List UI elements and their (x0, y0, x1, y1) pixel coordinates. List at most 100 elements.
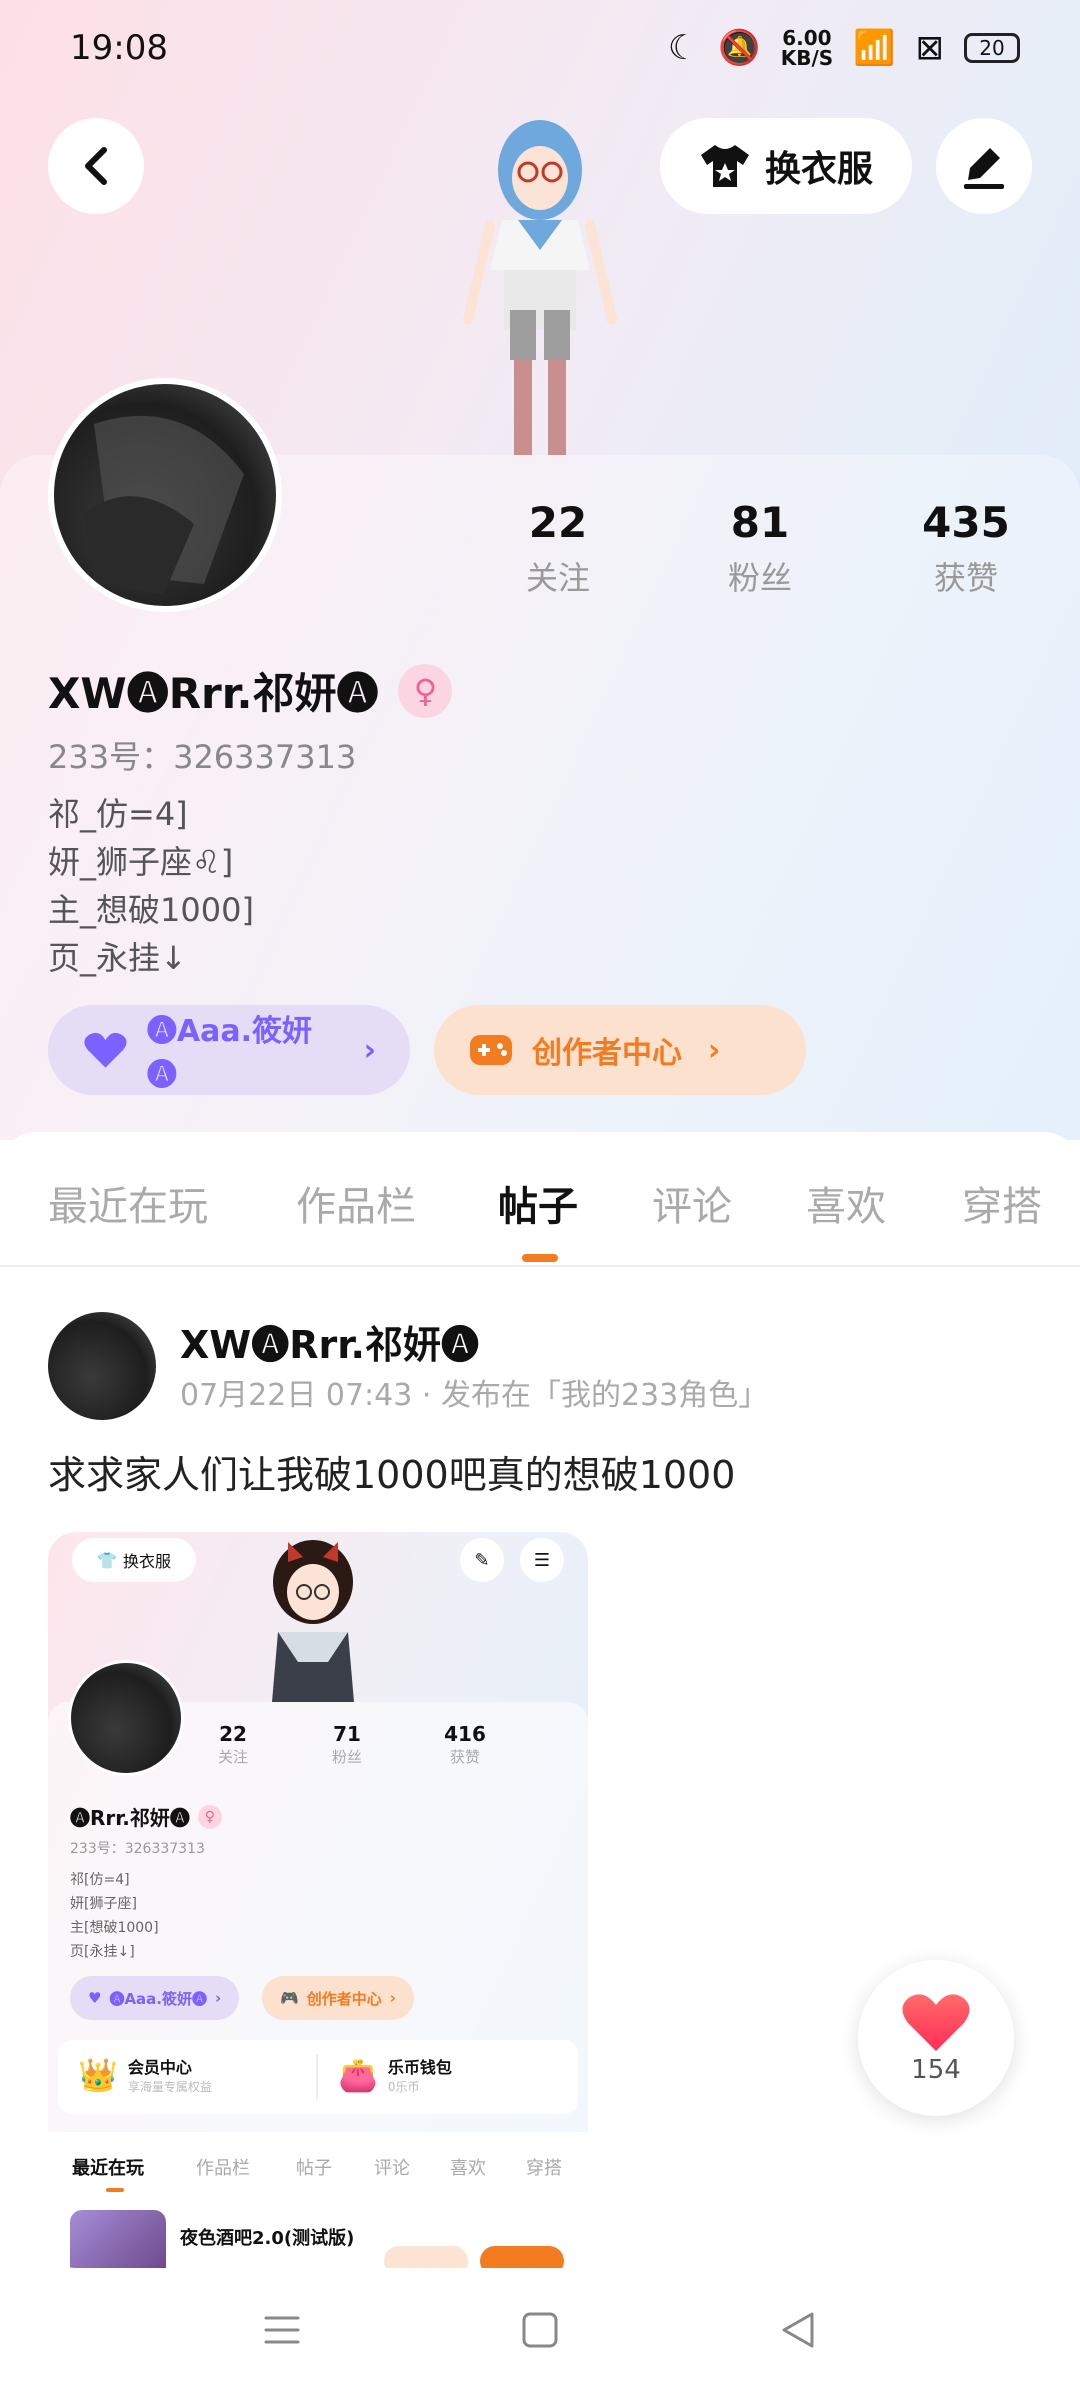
like-count: 154 (911, 2055, 961, 2085)
sim-off-icon: ⊠ (915, 28, 945, 68)
change-outfit-label: 换衣服 (764, 149, 873, 190)
status-icons: ☾ 🔕 6.00 KB/S 📶 ⊠ 20 (668, 28, 1020, 68)
shot-tab: 帖子 (296, 2158, 332, 2179)
bio-line: 妍_狮子座♌] (48, 843, 234, 881)
tab-likes[interactable]: 喜欢 (806, 1174, 886, 1232)
shot-stat-num: 22 (219, 1722, 247, 1746)
shot-uid: 233号：326337313 (70, 1841, 205, 1857)
stat-following[interactable]: 22 关注 (488, 498, 628, 599)
shot-stat-label: 关注 (217, 1748, 248, 1766)
menu-icon: ☰ (520, 1538, 564, 1582)
stat-followers[interactable]: 81 粉丝 (690, 498, 830, 599)
shot-fan-group-label: 🅐Aaa.筱妍🅐 (109, 1989, 208, 2008)
menu-recents-icon[interactable] (262, 2310, 302, 2350)
shot-coin-wallet: 👛 乐币钱包 0乐币 (338, 2054, 452, 2095)
bio-line: 页_永挂↓ (48, 939, 187, 977)
post-meta: 07月22日 07:43 · 发布在「我的233角色」 (180, 1378, 769, 1413)
back-arrow-icon (85, 147, 107, 185)
shot-game-row: 夜色酒吧2.0(测试版) (48, 2202, 588, 2268)
edit-profile-button[interactable] (936, 118, 1032, 214)
shot-username: 🅐Rrr.祁妍🅐 (70, 1806, 190, 1830)
heart-icon (902, 1994, 970, 2051)
stat-likes-label: 获赞 (933, 559, 998, 597)
chevron-right-icon: › (363, 1032, 376, 1068)
net-speed: 6.00 KB/S (781, 28, 833, 68)
stat-following-label: 关注 (525, 559, 590, 597)
shot-stat-num: 416 (444, 1722, 486, 1746)
shot-vip-title: 会员中心 (127, 2058, 192, 2077)
shot-bio-line: 页[永挂↓] (70, 1944, 135, 1960)
shot-bio-line: 祁[仿=4] (70, 1872, 130, 1888)
creator-center-button[interactable]: 创作者中心 › (434, 1005, 806, 1095)
tab-outfits[interactable]: 穿搭 (962, 1174, 1042, 1232)
mute-icon: 🔕 (718, 28, 761, 68)
tshirt-icon (700, 145, 749, 187)
wifi-icon: 📶 (853, 28, 896, 68)
shot-tab-indicator (106, 2188, 124, 2192)
shot-outfit-pill: 👕 换衣服 (72, 1538, 196, 1582)
shot-bio-line: 妍[狮子座] (70, 1896, 137, 1912)
bio-line: 主_想破1000] (48, 891, 254, 929)
system-nav-bar (0, 2270, 1080, 2400)
shot-avatar-character (272, 1540, 354, 1702)
profile-uid: 233号：326337313 (48, 738, 357, 776)
stat-followers-count: 81 (730, 498, 790, 547)
stat-likes[interactable]: 435 获赞 (896, 498, 1036, 599)
shot-vip-sub: 享海量专属权益 (127, 2080, 212, 2094)
tab-posts[interactable]: 帖子 (498, 1174, 578, 1232)
shot-stat-num: 71 (333, 1722, 361, 1746)
chevron-right-icon: › (389, 1989, 396, 2007)
avatar-3d-character[interactable] (440, 110, 640, 455)
tab-comments[interactable]: 评论 (652, 1174, 732, 1232)
shot-tab: 评论 (374, 2158, 410, 2179)
active-tab-indicator (522, 1254, 558, 1262)
shot-vip-center: 👑 会员中心享海量专属权益 (78, 2054, 212, 2095)
change-outfit-button[interactable]: 换衣服 (660, 118, 912, 214)
post-image[interactable]: 👕 换衣服 ✎ ☰ 22 关注 71 粉丝 416 获赞 🅐Rrr.祁妍🅐 ♀ 233… (48, 1532, 588, 2268)
shot-wallet-card: 👑 会员中心享海量专属权益 👛 乐币钱包 0乐币 (58, 2040, 578, 2114)
shot-avatar (68, 1660, 184, 1776)
shot-stat-label: 粉丝 (331, 1748, 362, 1766)
stat-followers-label: 粉丝 (727, 559, 792, 597)
moon-icon: ☾ (667, 28, 699, 68)
shot-tab: 喜欢 (450, 2158, 486, 2179)
creator-center-label: 创作者中心 (532, 1036, 682, 1071)
tab-works[interactable]: 作品栏 (296, 1174, 416, 1232)
post-author-avatar[interactable] (48, 1312, 156, 1420)
post-author-name[interactable]: XW🅐Rrr.祁妍🅐 (180, 1314, 479, 1369)
shot-creator-center: 🎮 创作者中心 › (262, 1976, 414, 2020)
shot-tab: 作品栏 (196, 2158, 250, 2179)
home-icon[interactable] (520, 2310, 560, 2350)
shot-username-row: 🅐Rrr.祁妍🅐 ♀ (70, 1802, 222, 1831)
like-button[interactable]: 154 (858, 1960, 1014, 2116)
shot-wallet-title: 乐币钱包 (387, 2058, 452, 2077)
fan-group-button[interactable]: 🅐Aaa.筱妍🅐 › (48, 1005, 410, 1095)
tab-recently-played[interactable]: 最近在玩 (48, 1174, 208, 1232)
status-time: 19:08 (70, 28, 168, 68)
shot-tab: 穿搭 (526, 2158, 562, 2179)
fan-group-label: 🅐Aaa.筱妍🅐 (146, 1014, 313, 1093)
shot-bio: 祁[仿=4] 妍[狮子座] 主[想破1000] 页[永挂↓] (70, 1868, 159, 1964)
back-button[interactable] (48, 118, 144, 214)
shot-fan-group: ♥ 🅐Aaa.筱妍🅐 › (70, 1976, 240, 2020)
back-triangle-icon[interactable] (778, 2310, 818, 2350)
wallet-icon: 👛 (338, 2055, 378, 2094)
shot-tabs: 最近在玩 作品栏 帖子 评论 喜欢 穿搭 (48, 2132, 588, 2202)
stat-likes-count: 435 (922, 498, 1010, 547)
shot-stat-likes: 416 获赞 (430, 1722, 500, 1767)
divider (316, 2054, 318, 2100)
crown-icon: 👑 (78, 2055, 118, 2094)
tshirt-icon: 👕 (97, 1550, 117, 1570)
profile-avatar[interactable] (48, 378, 282, 612)
post-text[interactable]: 求求家人们让我破1000吧真的想破1000 (48, 1444, 735, 1499)
shot-bio-line: 主[想破1000] (70, 1920, 159, 1936)
edit-pen-icon: ✎ (460, 1538, 504, 1582)
shot-wallet-sub: 0乐币 (387, 2080, 420, 2094)
profile-username: XW🅐Rrr.祁妍🅐 (48, 669, 379, 718)
shot-stat-following: 22 关注 (198, 1722, 268, 1767)
shot-game-thumb (70, 2210, 166, 2268)
chevron-right-icon: › (708, 1032, 721, 1068)
shot-creator-label: 创作者中心 (306, 1989, 382, 2008)
female-gender-icon: ♀ (197, 1804, 222, 1829)
shot-stat-followers: 71 粉丝 (312, 1722, 382, 1767)
